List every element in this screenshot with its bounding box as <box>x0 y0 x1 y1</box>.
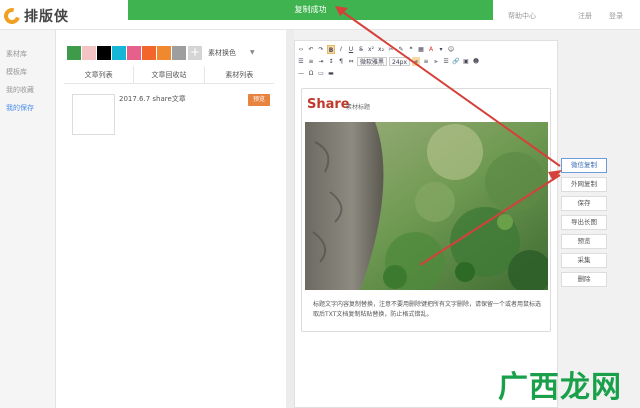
sidebar: 素材库 模板库 我的收藏 我的保存 <box>0 30 56 408</box>
editor-area: ‹› ↶ ↷ B I U S̶ x² x₂ ✂ ✎ ❝ ▦ A ▾ ☺ ☰ ≡ … <box>294 40 558 408</box>
toolbar-row-1: ‹› ↶ ↷ B I U S̶ x² x₂ ✂ ✎ ❝ ▦ A ▾ ☺ <box>297 44 455 55</box>
article-preview-button[interactable]: 预览 <box>248 94 270 106</box>
font-family-select[interactable]: 微软雅黑 <box>357 57 388 66</box>
color-swatch[interactable] <box>97 46 111 60</box>
html-source-icon[interactable]: ‹› <box>297 45 305 54</box>
omega-symbol-icon[interactable]: Ω <box>307 69 315 78</box>
wechat-copy-button[interactable]: 微信复制 <box>561 158 607 173</box>
sidebar-item-favorites[interactable]: 我的收藏 <box>0 81 55 99</box>
color-swatch[interactable] <box>82 46 96 60</box>
background-color-icon[interactable]: ▾ <box>437 45 445 54</box>
image-icon[interactable]: ▣ <box>462 57 470 66</box>
toolbar-row-2: ☰ ≡ ⇥ ↕ ¶ ⇔ 微软雅黑 24px ⫷ ≡ ⫸ ☰ 🔗 ▣ ☻ <box>297 56 480 67</box>
font-color-icon[interactable]: A <box>427 45 435 54</box>
emotion-icon[interactable]: ☺ <box>447 45 455 54</box>
format-clear-icon[interactable]: ✂ <box>387 45 395 54</box>
article-tabs: 文章列表 文章回收站 素材列表 <box>64 66 274 84</box>
article-panel: + 素材换色 ▼ 文章列表 文章回收站 素材列表 2017.6.7 share文… <box>56 30 286 408</box>
color-swatch[interactable] <box>142 46 156 60</box>
share-subheading[interactable]: 素材标题 <box>346 102 370 111</box>
color-swatch[interactable] <box>112 46 126 60</box>
letter-spacing-icon[interactable]: ⇔ <box>347 57 355 66</box>
strikethrough-icon[interactable]: S̶ <box>357 45 365 54</box>
indent-icon[interactable]: ⇥ <box>317 57 325 66</box>
share-heading[interactable]: Share <box>307 97 350 112</box>
line-height-icon[interactable]: ↕ <box>327 57 335 66</box>
sidebar-item-materials[interactable]: 素材库 <box>0 45 55 63</box>
color-palette <box>67 46 186 60</box>
bold-icon[interactable]: B <box>327 45 335 54</box>
underline-icon[interactable]: U <box>347 45 355 54</box>
table-icon[interactable]: ▦ <box>417 45 425 54</box>
superscript-icon[interactable]: x² <box>367 45 375 54</box>
color-swatch[interactable] <box>157 46 171 60</box>
template-icon[interactable]: ▬ <box>327 69 335 78</box>
color-swatch[interactable] <box>172 46 186 60</box>
article-thumbnail[interactable] <box>72 94 115 135</box>
font-size-select[interactable]: 24px <box>389 57 411 66</box>
action-panel: 微信复制 外网复制 保存 导出长图 预览 采集 删除 <box>561 158 607 291</box>
ordered-list-icon[interactable]: ☰ <box>297 57 305 66</box>
video-icon[interactable]: ▭ <box>317 69 325 78</box>
tab-material-list[interactable]: 素材列表 <box>205 66 274 83</box>
color-swatch[interactable] <box>127 46 141 60</box>
article-canvas[interactable]: Share 素材标题 标题文字内容复制替换，注意不要用删除键把所有文字删除，请保… <box>301 88 551 332</box>
tab-recycle-bin[interactable]: 文章回收站 <box>134 66 205 83</box>
undo-icon[interactable]: ↶ <box>307 45 315 54</box>
sidebar-item-saved[interactable]: 我的保存 <box>0 99 55 117</box>
preview-button[interactable]: 预览 <box>561 234 607 249</box>
emoji-icon[interactable]: ☻ <box>472 57 480 66</box>
paragraph-spacing-icon[interactable]: ¶ <box>337 57 345 66</box>
unordered-list-icon[interactable]: ≡ <box>307 57 315 66</box>
save-button[interactable]: 保存 <box>561 196 607 211</box>
redo-icon[interactable]: ↷ <box>317 45 325 54</box>
nature-photo-image <box>305 122 548 290</box>
align-left-icon[interactable]: ⫷ <box>412 57 421 66</box>
italic-icon[interactable]: I <box>337 45 345 54</box>
article-photo[interactable] <box>305 122 548 290</box>
align-center-icon[interactable]: ≡ <box>422 57 430 66</box>
article-body-text[interactable]: 标题文字内容复制替换，注意不要用删除键把所有文字删除，请保留一个或者用鼠标选取后… <box>313 300 543 320</box>
watermark-text: 广西龙网 <box>498 370 622 405</box>
add-color-button[interactable]: + <box>188 46 202 60</box>
tab-article-list[interactable]: 文章列表 <box>64 66 135 83</box>
logo-text: 排版侠 <box>24 9 69 25</box>
logo-icon <box>1 5 23 27</box>
logo[interactable]: 排版侠 <box>1 5 69 27</box>
export-long-image-button[interactable]: 导出长图 <box>561 215 607 230</box>
collect-button[interactable]: 采集 <box>561 253 607 268</box>
align-justify-icon[interactable]: ☰ <box>442 57 450 66</box>
article-title[interactable]: 2017.6.7 share文章 <box>119 94 186 104</box>
delete-button[interactable]: 删除 <box>561 272 607 287</box>
quote-icon[interactable]: ❝ <box>407 45 415 54</box>
sidebar-item-templates[interactable]: 模板库 <box>0 63 55 81</box>
external-copy-button[interactable]: 外网复制 <box>561 177 607 192</box>
panel-divider <box>286 30 294 408</box>
success-toast: 复制成功 <box>128 0 493 20</box>
login-link[interactable]: 登录 <box>609 11 623 21</box>
horizontal-rule-icon[interactable]: — <box>297 69 305 78</box>
chevron-down-icon: ▼ <box>250 49 255 56</box>
register-link[interactable]: 注册 <box>578 11 592 21</box>
help-center-link[interactable]: 帮助中心 <box>508 11 536 21</box>
subscript-icon[interactable]: x₂ <box>377 45 385 54</box>
align-right-icon[interactable]: ⫸ <box>432 57 440 66</box>
link-icon[interactable]: 🔗 <box>452 57 460 66</box>
color-swatch[interactable] <box>67 46 81 60</box>
toolbar-row-3: — Ω ▭ ▬ <box>297 68 335 79</box>
format-brush-icon[interactable]: ✎ <box>397 45 405 54</box>
